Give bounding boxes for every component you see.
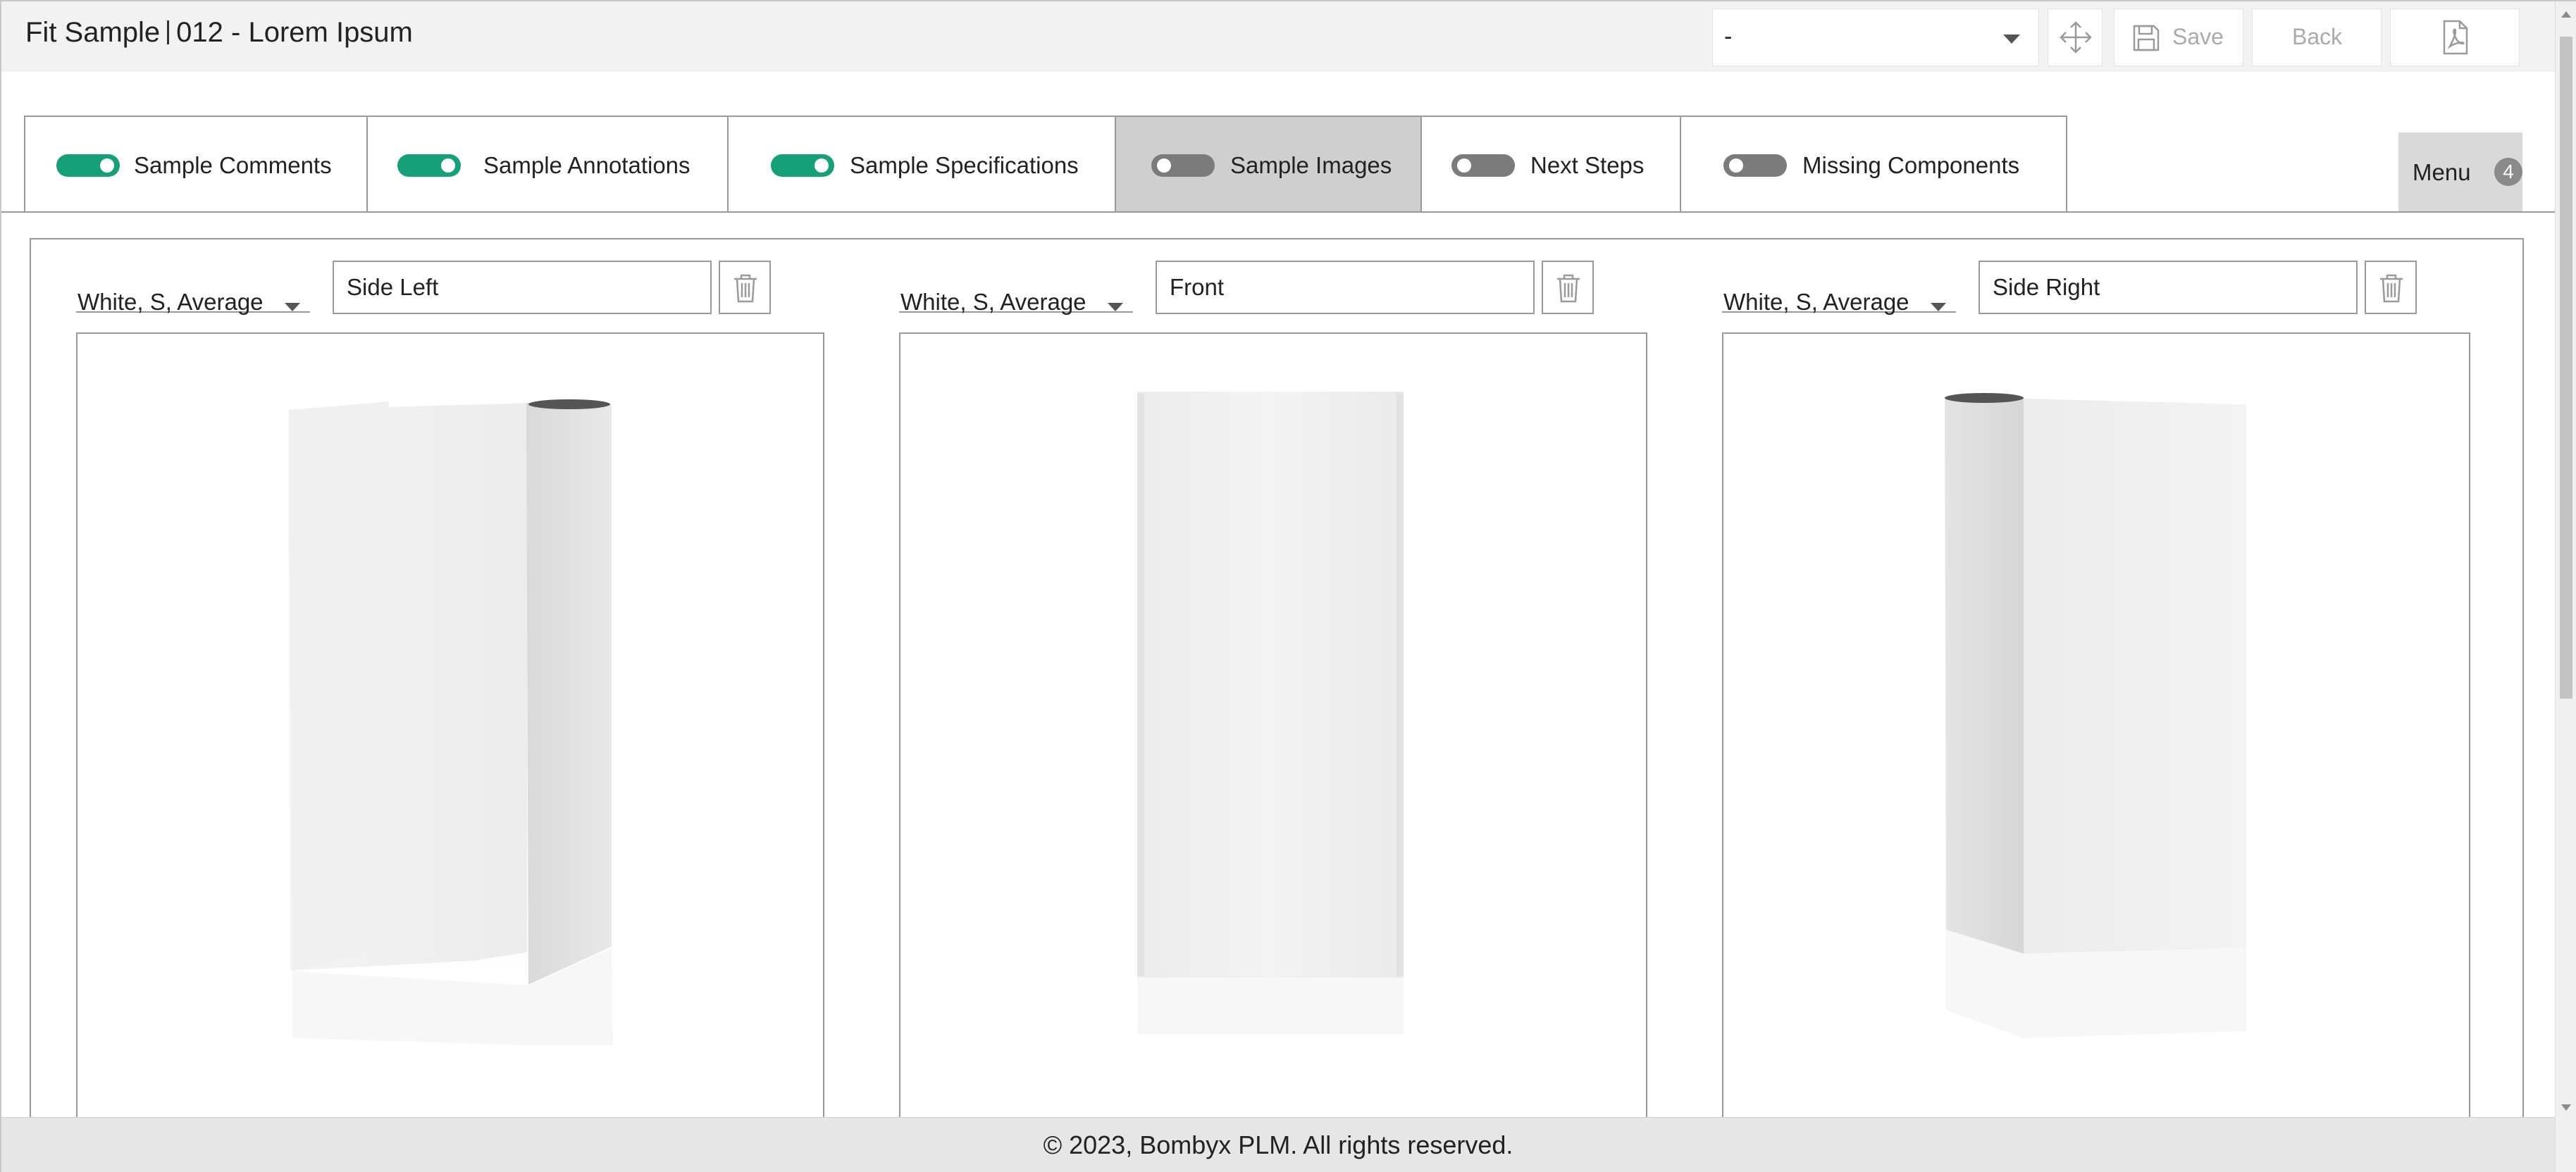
toggle-sample-annotations[interactable]	[397, 154, 461, 177]
pdf-export-button[interactable]	[2390, 8, 2520, 66]
trash-icon	[734, 274, 757, 303]
tab-label: Sample Specifications	[850, 152, 1079, 178]
variant-select-value: White, S, Average	[78, 289, 264, 315]
section-tabs: Sample Comments Sample Annotations Sampl…	[24, 116, 2067, 213]
footer-bar: © 2023, Bombyx PLM. All rights reserved.	[1, 1117, 2555, 1172]
chevron-down-icon	[2003, 35, 2020, 44]
floppy-disk-icon	[2133, 25, 2160, 51]
tab-label: Sample Images	[1230, 152, 1392, 178]
image-frame[interactable]	[76, 332, 824, 1172]
image-card-side-left: White, S, Average	[31, 239, 824, 1172]
image-name-input[interactable]	[333, 261, 712, 314]
variant-select[interactable]: White, S, Average	[1722, 261, 1956, 315]
tab-label: Sample Annotations	[483, 152, 691, 178]
toggle-sample-specifications[interactable]	[771, 154, 834, 177]
image-name-input[interactable]	[1979, 261, 2358, 314]
pdf-file-icon	[2443, 20, 2468, 55]
toggle-sample-images[interactable]	[1151, 154, 1215, 177]
tab-label: Next Steps	[1530, 152, 1645, 178]
move-arrows-icon	[2060, 21, 2092, 54]
delete-image-button[interactable]	[1542, 261, 1594, 314]
trash-icon	[1557, 274, 1580, 303]
delete-image-button[interactable]	[2365, 261, 2417, 314]
toggle-knob	[1729, 158, 1743, 173]
image-frame[interactable]	[1722, 332, 2470, 1172]
menu-count-badge: 4	[2494, 158, 2522, 186]
chevron-down-icon	[285, 303, 300, 311]
product-box-image	[1137, 392, 1404, 1034]
toggle-knob	[100, 158, 114, 173]
sample-images-panel: White, S, Average Side Left White, S, Av…	[30, 238, 2524, 1172]
delete-image-button[interactable]	[719, 261, 771, 314]
scroll-up-arrow-icon[interactable]	[2561, 11, 2571, 18]
variant-select-value: White, S, Average	[1723, 289, 1909, 315]
trash-icon	[2380, 274, 2403, 303]
toggle-next-steps[interactable]	[1451, 154, 1515, 177]
tab-label: Missing Components	[1802, 152, 2020, 178]
header-bar: Fit Sample 012 - Lorem Ipsum - Save Back	[1, 1, 2576, 72]
header-select-value: -	[1724, 23, 1733, 50]
tabs-divider	[1, 211, 2555, 213]
image-card-front: White, S, Average	[854, 239, 1647, 1172]
tab-sample-comments[interactable]: Sample Comments	[25, 117, 368, 213]
toggle-knob	[1457, 158, 1471, 173]
tab-label: Sample Comments	[134, 152, 332, 178]
menu-button[interactable]: Menu 4	[2398, 132, 2522, 211]
image-card-side-right: White, S, Average	[1677, 239, 2470, 1172]
variant-select-value: White, S, Average	[900, 289, 1086, 315]
toggle-knob	[441, 158, 455, 173]
move-button[interactable]	[2048, 8, 2103, 66]
app-window: Fit Sample 012 - Lorem Ipsum - Save Back…	[0, 0, 2576, 1172]
scrollbar-thumb[interactable]	[2560, 37, 2572, 699]
chevron-down-icon	[1931, 303, 1946, 311]
toggle-knob	[1157, 158, 1171, 173]
variant-select[interactable]: White, S, Average	[76, 261, 310, 315]
page-title: Fit Sample 012 - Lorem Ipsum	[25, 17, 413, 49]
vertical-scrollbar[interactable]	[2555, 1, 2576, 1172]
product-box-image	[1945, 393, 2246, 1038]
chevron-down-icon	[1108, 303, 1123, 311]
tab-sample-specifications[interactable]: Sample Specifications	[729, 117, 1116, 213]
tab-sample-annotations[interactable]: Sample Annotations	[368, 117, 729, 213]
back-button-label: Back	[2292, 24, 2343, 49]
tab-missing-components[interactable]: Missing Components	[1681, 117, 2066, 213]
image-frame[interactable]	[899, 332, 1647, 1172]
save-button[interactable]: Save	[2114, 8, 2243, 66]
image-name-input[interactable]	[1156, 261, 1535, 314]
title-record-type: Fit Sample	[25, 17, 161, 48]
toggle-sample-comments[interactable]	[56, 154, 120, 177]
back-button[interactable]: Back	[2252, 8, 2382, 66]
variant-select[interactable]: White, S, Average	[899, 261, 1133, 315]
product-box-image	[289, 399, 613, 1045]
copyright-text: © 2023, Bombyx PLM. All rights reserved.	[1043, 1130, 1513, 1159]
save-button-label: Save	[2172, 24, 2224, 49]
toggle-missing-components[interactable]	[1723, 154, 1787, 177]
menu-label: Menu	[2413, 159, 2471, 185]
scroll-down-arrow-icon[interactable]	[2561, 1104, 2571, 1111]
tab-next-steps[interactable]: Next Steps	[1422, 117, 1681, 213]
title-record-name: 012 - Lorem Ipsum	[176, 17, 413, 48]
title-separator	[167, 20, 170, 44]
tab-sample-images[interactable]: Sample Images	[1116, 117, 1422, 213]
toggle-knob	[815, 158, 829, 173]
header-select[interactable]: -	[1712, 8, 2039, 66]
